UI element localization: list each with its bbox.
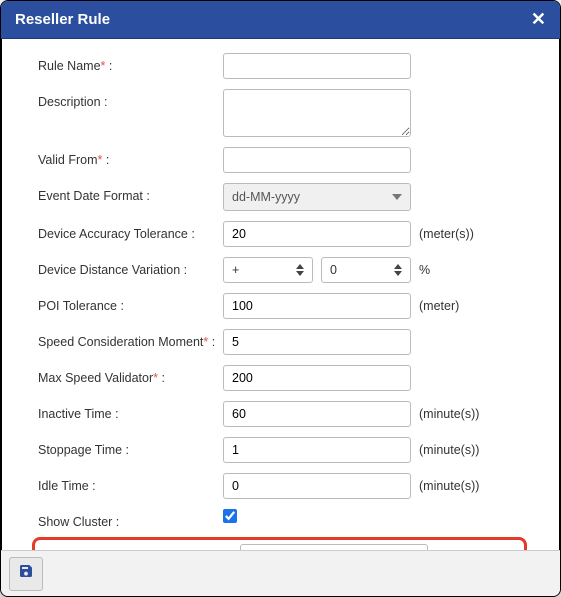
idle-time-input[interactable] bbox=[223, 473, 411, 499]
device-accuracy-tolerance-unit: (meter(s)) bbox=[419, 227, 474, 241]
modal-header: Reseller Rule ✕ bbox=[1, 1, 560, 39]
idle-time-label: Idle Time : bbox=[18, 473, 223, 493]
close-icon[interactable]: ✕ bbox=[531, 9, 546, 30]
stoppage-time-label: Stoppage Time : bbox=[18, 437, 223, 457]
device-accuracy-tolerance-input[interactable] bbox=[223, 221, 411, 247]
poi-tolerance-label: POI Tolerance : bbox=[18, 293, 223, 313]
highlight-set-startup-screen: Set Startup Screen : ---Select--- bbox=[32, 537, 527, 550]
max-speed-validator-label: Max Speed Validator* : bbox=[18, 365, 223, 385]
poi-tolerance-unit: (meter) bbox=[419, 299, 459, 313]
rule-name-input[interactable] bbox=[223, 53, 411, 79]
device-accuracy-tolerance-label: Device Accuracy Tolerance : bbox=[18, 221, 223, 241]
field-max-speed-validator: Max Speed Validator* : bbox=[18, 365, 543, 391]
device-distance-variation-sign-select[interactable]: + bbox=[223, 257, 313, 283]
event-date-format-value: dd-MM-yyyy bbox=[232, 190, 300, 204]
save-button[interactable] bbox=[9, 557, 43, 591]
inactive-time-label: Inactive Time : bbox=[18, 401, 223, 421]
chevron-down-icon bbox=[392, 194, 402, 200]
event-date-format-label: Event Date Format : bbox=[18, 183, 223, 203]
updown-icon bbox=[394, 264, 402, 276]
field-valid-from: Valid From* : bbox=[18, 147, 543, 173]
field-show-cluster: Show Cluster : bbox=[18, 509, 543, 529]
poi-tolerance-input[interactable] bbox=[223, 293, 411, 319]
sign-value: + bbox=[232, 263, 239, 277]
event-date-format-select[interactable]: dd-MM-yyyy bbox=[223, 183, 411, 211]
description-input[interactable] bbox=[223, 89, 411, 137]
field-description: Description : bbox=[18, 89, 543, 137]
modal-title: Reseller Rule bbox=[15, 11, 110, 28]
idle-time-unit: (minute(s)) bbox=[419, 479, 479, 493]
updown-icon bbox=[296, 264, 304, 276]
inactive-time-unit: (minute(s)) bbox=[419, 407, 479, 421]
max-speed-validator-input[interactable] bbox=[223, 365, 411, 391]
field-stoppage-time: Stoppage Time : (minute(s)) bbox=[18, 437, 543, 463]
device-distance-variation-label: Device Distance Variation : bbox=[18, 257, 223, 277]
speed-consideration-moment-label: Speed Consideration Moment* : bbox=[18, 329, 223, 349]
modal-footer bbox=[1, 550, 560, 596]
variation-value: 0 bbox=[330, 263, 337, 277]
valid-from-label: Valid From* : bbox=[18, 147, 223, 167]
save-icon bbox=[18, 563, 34, 584]
field-idle-time: Idle Time : (minute(s)) bbox=[18, 473, 543, 499]
field-rule-name: Rule Name* : bbox=[18, 53, 543, 79]
stoppage-time-unit: (minute(s)) bbox=[419, 443, 479, 457]
show-cluster-checkbox[interactable] bbox=[223, 509, 237, 523]
reseller-rule-modal: Reseller Rule ✕ Rule Name* : Description… bbox=[0, 0, 561, 597]
field-device-distance-variation: Device Distance Variation : + 0 % bbox=[18, 257, 543, 283]
rule-name-label: Rule Name* : bbox=[18, 53, 223, 73]
show-cluster-label: Show Cluster : bbox=[18, 509, 223, 529]
device-distance-variation-unit: % bbox=[419, 263, 430, 277]
field-speed-consideration-moment: Speed Consideration Moment* : bbox=[18, 329, 543, 355]
field-device-accuracy-tolerance: Device Accuracy Tolerance : (meter(s)) bbox=[18, 221, 543, 247]
modal-body: Rule Name* : Description : Valid From* :… bbox=[1, 39, 560, 550]
device-distance-variation-value-select[interactable]: 0 bbox=[321, 257, 411, 283]
speed-consideration-moment-input[interactable] bbox=[223, 329, 411, 355]
valid-from-input[interactable] bbox=[223, 147, 411, 173]
field-inactive-time: Inactive Time : (minute(s)) bbox=[18, 401, 543, 427]
description-label: Description : bbox=[18, 89, 223, 109]
field-event-date-format: Event Date Format : dd-MM-yyyy bbox=[18, 183, 543, 211]
stoppage-time-input[interactable] bbox=[223, 437, 411, 463]
inactive-time-input[interactable] bbox=[223, 401, 411, 427]
field-poi-tolerance: POI Tolerance : (meter) bbox=[18, 293, 543, 319]
